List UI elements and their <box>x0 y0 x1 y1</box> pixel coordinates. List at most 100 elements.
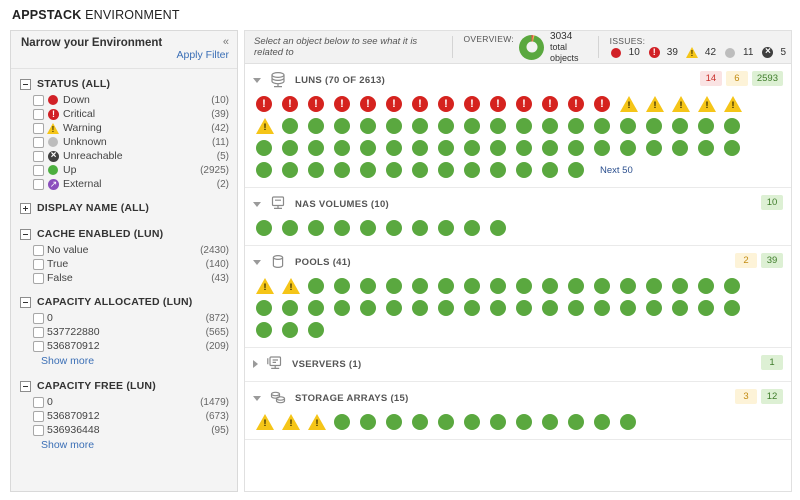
status-up-icon[interactable] <box>438 414 454 430</box>
status-up-icon[interactable] <box>516 118 532 134</box>
object-cell[interactable] <box>360 278 386 294</box>
status-up-icon[interactable] <box>464 414 480 430</box>
status-critical-icon[interactable] <box>438 96 454 112</box>
facet-checkbox[interactable] <box>33 95 44 106</box>
facet-option[interactable]: 536936448(95) <box>11 423 237 437</box>
minus-icon[interactable] <box>20 229 31 240</box>
status-up-icon[interactable] <box>542 118 558 134</box>
object-cell[interactable] <box>256 162 282 178</box>
status-up-icon[interactable] <box>646 118 662 134</box>
status-up-icon[interactable] <box>438 118 454 134</box>
object-cell[interactable] <box>464 118 490 134</box>
object-cell[interactable] <box>334 140 360 156</box>
status-critical-icon[interactable] <box>256 96 272 112</box>
status-up-icon[interactable] <box>698 278 714 294</box>
object-cell[interactable] <box>698 118 724 134</box>
status-up-icon[interactable] <box>516 140 532 156</box>
status-up-icon[interactable] <box>464 300 480 316</box>
facet-option[interactable]: Unreachable(5) <box>11 149 237 163</box>
section-header-storage-arrays[interactable]: STORAGE ARRAYS (15)312 <box>245 387 791 409</box>
object-cell[interactable] <box>672 118 698 134</box>
object-cell[interactable] <box>308 278 334 294</box>
object-cell[interactable] <box>334 414 360 430</box>
status-up-icon[interactable] <box>542 140 558 156</box>
object-cell[interactable] <box>464 96 490 112</box>
status-up-icon[interactable] <box>412 118 428 134</box>
object-cell[interactable] <box>542 140 568 156</box>
status-up-icon[interactable] <box>386 118 402 134</box>
status-up-icon[interactable] <box>672 118 688 134</box>
object-cell[interactable] <box>490 96 516 112</box>
status-critical-icon[interactable] <box>490 96 506 112</box>
status-up-icon[interactable] <box>308 322 324 338</box>
status-up-icon[interactable] <box>360 162 376 178</box>
object-cell[interactable] <box>542 300 568 316</box>
object-cell[interactable] <box>542 96 568 112</box>
object-cell[interactable] <box>282 322 308 338</box>
object-cell[interactable] <box>412 300 438 316</box>
status-up-icon[interactable] <box>464 278 480 294</box>
status-up-icon[interactable] <box>334 220 350 236</box>
object-cell[interactable] <box>256 96 282 112</box>
apply-filter-link[interactable]: Apply Filter <box>176 49 229 61</box>
object-cell[interactable] <box>386 118 412 134</box>
status-critical-icon[interactable] <box>334 96 350 112</box>
object-cell[interactable] <box>282 162 308 178</box>
status-up-icon[interactable] <box>724 140 740 156</box>
status-up-icon[interactable] <box>698 140 714 156</box>
status-up-icon[interactable] <box>256 140 272 156</box>
status-up-icon[interactable] <box>360 140 376 156</box>
status-up-icon[interactable] <box>412 162 428 178</box>
status-up-icon[interactable] <box>308 278 324 294</box>
object-cell[interactable] <box>568 96 594 112</box>
facet-header-status[interactable]: STATUS (ALL) <box>11 75 237 93</box>
status-critical-icon[interactable] <box>412 96 428 112</box>
status-up-icon[interactable] <box>594 140 610 156</box>
status-up-icon[interactable] <box>490 414 506 430</box>
object-cell[interactable] <box>672 140 698 156</box>
object-cell[interactable] <box>594 118 620 134</box>
object-cell[interactable] <box>360 118 386 134</box>
minus-icon[interactable] <box>20 297 31 308</box>
object-cell[interactable] <box>516 414 542 430</box>
object-cell[interactable] <box>464 220 490 236</box>
status-up-icon[interactable] <box>412 300 428 316</box>
status-up-icon[interactable] <box>542 414 558 430</box>
object-cell[interactable] <box>412 220 438 236</box>
object-cell[interactable] <box>646 96 672 112</box>
status-up-icon[interactable] <box>282 300 298 316</box>
object-cell[interactable] <box>438 140 464 156</box>
status-up-icon[interactable] <box>308 118 324 134</box>
status-up-icon[interactable] <box>360 414 376 430</box>
minus-icon[interactable] <box>20 381 31 392</box>
status-up-icon[interactable] <box>646 278 662 294</box>
object-cell[interactable] <box>568 118 594 134</box>
object-cell[interactable] <box>386 414 412 430</box>
status-up-icon[interactable] <box>386 162 402 178</box>
object-cell[interactable] <box>620 300 646 316</box>
status-up-icon[interactable] <box>568 414 584 430</box>
object-cell[interactable] <box>412 118 438 134</box>
object-cell[interactable] <box>594 414 620 430</box>
object-cell[interactable] <box>542 278 568 294</box>
facet-header-capacity-allocated-lun[interactable]: CAPACITY ALLOCATED (LUN) <box>11 293 237 311</box>
status-up-icon[interactable] <box>282 140 298 156</box>
object-cell[interactable] <box>256 118 282 134</box>
status-up-icon[interactable] <box>568 278 584 294</box>
chevron-right-icon[interactable] <box>253 360 258 368</box>
object-cell[interactable] <box>282 140 308 156</box>
section-header-vservers[interactable]: VSERVERS (1)1 <box>245 353 791 375</box>
object-cell[interactable] <box>282 414 308 430</box>
status-up-icon[interactable] <box>490 118 506 134</box>
status-up-icon[interactable] <box>386 300 402 316</box>
status-up-icon[interactable] <box>542 300 558 316</box>
status-up-icon[interactable] <box>516 300 532 316</box>
section-header-luns[interactable]: LUNS (70 OF 2613)1462593 <box>245 69 791 91</box>
status-critical-icon[interactable] <box>282 96 298 112</box>
status-up-icon[interactable] <box>724 300 740 316</box>
object-cell[interactable] <box>646 140 672 156</box>
status-up-icon[interactable] <box>438 140 454 156</box>
status-up-icon[interactable] <box>672 278 688 294</box>
status-critical-icon[interactable] <box>594 96 610 112</box>
status-up-icon[interactable] <box>620 278 636 294</box>
